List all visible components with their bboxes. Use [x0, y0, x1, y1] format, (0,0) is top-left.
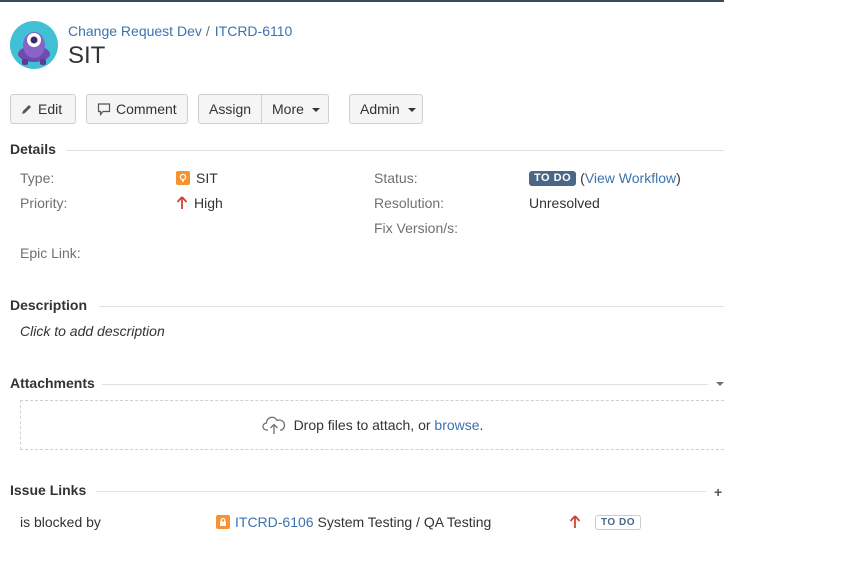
chevron-down-icon	[407, 108, 416, 112]
breadcrumb-issue-link[interactable]: ITCRD-6110	[215, 23, 293, 39]
status-value: TO DO (View Workflow)	[529, 170, 681, 186]
type-label: Type:	[20, 170, 55, 186]
breadcrumb-project-link[interactable]: Change Request Dev	[68, 23, 202, 39]
issue-links-heading[interactable]: Issue Links	[10, 482, 86, 498]
pencil-icon	[22, 105, 31, 114]
edit-button[interactable]: Edit	[10, 94, 76, 124]
priority-value: High	[176, 195, 223, 211]
details-divider	[66, 150, 724, 151]
comment-icon	[97, 103, 111, 116]
top-border	[0, 0, 724, 2]
linked-issue: ITCRD-6106 System Testing / QA Testing	[216, 514, 491, 530]
chevron-down-icon	[311, 108, 320, 112]
fix-version-label: Fix Version/s:	[374, 220, 459, 236]
more-button[interactable]: More	[262, 94, 329, 124]
monster-avatar-icon	[18, 32, 50, 65]
admin-button-label: Admin	[360, 101, 400, 117]
breadcrumb-separator: /	[205, 23, 210, 39]
add-link-icon[interactable]: +	[714, 484, 722, 500]
arrow-up-icon	[176, 196, 188, 209]
arrow-up-icon	[569, 515, 581, 528]
drop-files-text: Drop files to attach, or	[293, 417, 431, 433]
lightbulb-icon	[176, 171, 190, 185]
link-relation: is blocked by	[20, 514, 101, 530]
attachment-dropzone[interactable]: Drop files to attach, or browse.	[20, 400, 724, 450]
browse-link[interactable]: browse	[434, 417, 479, 433]
comment-button[interactable]: Comment	[86, 94, 188, 124]
priority-value-text: High	[194, 195, 223, 211]
admin-button[interactable]: Admin	[349, 94, 423, 124]
details-heading[interactable]: Details	[10, 141, 56, 157]
linked-issue-summary[interactable]: System Testing / QA Testing	[317, 514, 491, 530]
breadcrumb: Change Request Dev / ITCRD-6110	[68, 23, 292, 39]
status-badge: TO DO	[529, 170, 577, 186]
issue-links-divider	[96, 491, 706, 492]
epic-link-label: Epic Link:	[20, 245, 81, 261]
description-heading[interactable]: Description	[10, 297, 87, 313]
cloud-upload-icon	[261, 416, 285, 434]
lock-icon	[216, 515, 230, 529]
attachments-options-icon[interactable]	[716, 382, 724, 386]
comment-button-label: Comment	[116, 101, 177, 117]
browse-period: .	[479, 417, 484, 433]
linked-issue-key[interactable]: ITCRD-6106	[235, 514, 314, 530]
type-value-text: SIT	[196, 170, 218, 186]
project-avatar[interactable]	[10, 21, 58, 69]
assign-button-label: Assign	[209, 101, 252, 117]
workflow-close-paren: )	[676, 170, 681, 186]
view-workflow-link[interactable]: View Workflow	[585, 170, 676, 186]
attachments-divider	[102, 384, 708, 385]
description-divider	[99, 306, 724, 307]
priority-label: Priority:	[20, 195, 68, 211]
assign-button[interactable]: Assign	[198, 94, 262, 124]
linked-status-badge: TO DO	[595, 515, 641, 530]
status-label: Status:	[374, 170, 418, 186]
resolution-value: Unresolved	[529, 195, 600, 211]
more-button-label: More	[272, 101, 304, 117]
edit-button-label: Edit	[38, 101, 63, 117]
type-value: SIT	[176, 170, 218, 186]
resolution-label: Resolution:	[374, 195, 445, 211]
description-placeholder[interactable]: Click to add description	[20, 323, 165, 339]
attachments-heading[interactable]: Attachments	[10, 375, 95, 391]
issue-title[interactable]: SIT	[68, 42, 105, 70]
